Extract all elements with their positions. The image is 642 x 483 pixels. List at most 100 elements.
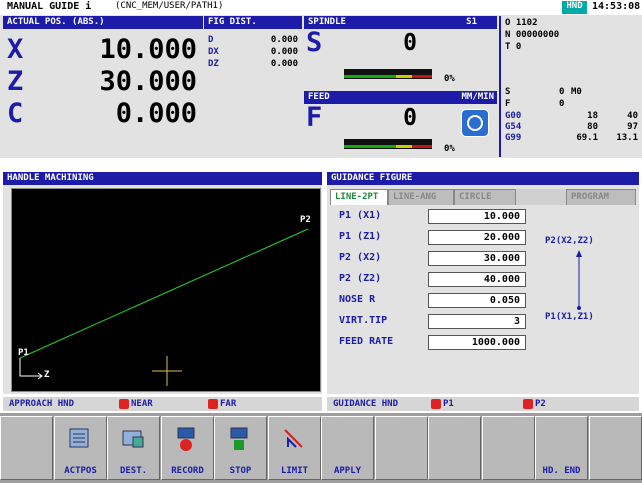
modal-value-1: 18 — [587, 111, 598, 121]
field-value[interactable]: 1000.000 — [428, 335, 526, 350]
spindle-percent: 0% — [444, 74, 455, 84]
softkey-limit[interactable]: LIMIT — [268, 416, 321, 480]
diagram-p1-label: P1(X1,Z1) — [545, 312, 594, 322]
field-value[interactable]: 3 — [428, 314, 526, 329]
field-label: NOSE R — [339, 294, 376, 305]
spindle-id: S1 — [466, 17, 477, 27]
axis-value: 10.000 — [99, 34, 197, 65]
approach-hnd-label: APPROACH HND — [9, 399, 75, 409]
softkey-label: HD. END — [542, 466, 581, 476]
axis-name: C — [7, 98, 24, 129]
softkey-record[interactable]: RECORD — [161, 416, 214, 480]
softkey-label: ACTPOS — [64, 466, 97, 476]
title-bar: MANUAL GUIDE i (CNC_MEM/USER/PATH1) HND … — [0, 0, 642, 15]
approach-near[interactable]: NEAR — [131, 397, 153, 411]
m-code: M0 — [571, 87, 582, 97]
softkey-dest[interactable]: DEST. — [107, 416, 160, 480]
actual-position-title: ACTUAL POS. (ABS.) — [3, 16, 203, 29]
handle-machining-title: HANDLE MACHINING — [3, 172, 322, 185]
axis-value: 30.000 — [99, 66, 197, 97]
tab-line-ang[interactable]: LINE-ANG — [388, 189, 454, 205]
softkey-blank-8[interactable] — [428, 416, 481, 480]
actpos-icon — [69, 428, 89, 448]
tab-line-2pt[interactable]: LINE-2PT — [330, 189, 388, 205]
fig-dist-value: 0.000 — [270, 47, 298, 57]
limit-icon — [284, 429, 303, 448]
feed-percent: 0% — [444, 144, 455, 154]
softkey-blank-9[interactable] — [482, 416, 535, 480]
program-path: (CNC_MEM/USER/PATH1) — [115, 1, 224, 11]
handle-icon-p2 — [523, 399, 533, 409]
spindle-panel: SPINDLE S1 S 0 0% — [304, 16, 497, 88]
spindle-letter: S — [306, 27, 323, 58]
feed-panel: FEED MM/MIN F 0 0% — [304, 91, 497, 157]
field-label: P1 (X1) — [339, 210, 382, 221]
feed-load-bar — [344, 139, 432, 149]
axis-name: X — [7, 34, 24, 65]
spindle-code-value: 0 — [559, 87, 565, 97]
field-label: FEED RATE — [339, 336, 394, 347]
field-label: P1 (Z1) — [339, 231, 382, 242]
field-value[interactable]: 40.000 — [428, 272, 526, 287]
spindle-title: SPINDLE — [308, 17, 346, 27]
softkey-hd-end[interactable]: HD. END — [535, 416, 588, 480]
field-value[interactable]: 0.050 — [428, 293, 526, 308]
tool-path-line — [19, 228, 309, 359]
diagram-p2-label: P2(X2,Z2) — [545, 236, 594, 246]
modal-value-1: 69.1 — [576, 133, 598, 143]
fig-dist-panel: FIG DIST. D 0.000 DX 0.000 DZ 0.000 — [204, 16, 302, 157]
spindle-title-bar: SPINDLE S1 — [304, 16, 497, 29]
guidance-tab-bar: LINE-2PT LINE-ANG CIRCLE PROGRAM — [330, 189, 636, 205]
field-value[interactable]: 20.000 — [428, 230, 526, 245]
softkey-apply[interactable]: APPLY — [321, 416, 374, 480]
softkey-actpos[interactable]: ACTPOS — [54, 416, 107, 480]
p1-marker-label: P1 — [18, 348, 29, 358]
dest-icon — [122, 430, 144, 448]
tab-program[interactable]: PROGRAM — [566, 189, 636, 205]
softkey-label: APPLY — [333, 466, 362, 476]
guidance-hnd-label: GUIDANCE HND — [333, 399, 399, 409]
tool-path-canvas[interactable]: P2 P1 Z — [11, 188, 321, 392]
tool-path-view — [19, 228, 309, 386]
softkey-label: DEST. — [119, 466, 148, 476]
fig-dist-label: D — [208, 35, 214, 45]
guidance-p1[interactable]: P1 — [443, 397, 454, 411]
spindle-load-bar — [344, 69, 432, 79]
handle-icon-p1 — [431, 399, 441, 409]
sequence-number: N 00000000 — [505, 30, 560, 40]
guidance-p2[interactable]: P2 — [535, 397, 546, 411]
diagram-line — [576, 250, 582, 310]
field-value[interactable]: 30.000 — [428, 251, 526, 266]
softkey-blank-11[interactable] — [589, 416, 642, 480]
z-axis-label: Z — [44, 370, 50, 380]
field-label: VIRT.TIP — [339, 315, 388, 326]
spindle-value: 0 — [403, 30, 417, 56]
modal-gcode: G00 — [505, 111, 522, 121]
axis-value: 0.000 — [115, 98, 197, 129]
feed-override-icon — [461, 109, 489, 137]
fig-dist-value: 0.000 — [270, 35, 298, 45]
softkey-blank-0[interactable] — [0, 416, 53, 480]
modal-gcode: G54 — [505, 122, 522, 132]
softkey-blank-7[interactable] — [375, 416, 428, 480]
field-value[interactable]: 10.000 — [428, 209, 526, 224]
fig-dist-value: 0.000 — [270, 59, 298, 69]
softkey-label: LIMIT — [280, 466, 309, 476]
clock: 14:53:08 — [592, 1, 641, 12]
feed-title-bar: FEED MM/MIN — [304, 91, 497, 104]
tab-circle[interactable]: CIRCLE — [454, 189, 516, 205]
actual-position-panel: ACTUAL POS. (ABS.) X 10.000 Z 30.000 C 0.000 — [3, 16, 203, 157]
modal-value-1: 80 — [587, 122, 598, 132]
feed-value: 0 — [403, 105, 417, 131]
record-icon — [177, 427, 195, 451]
softkey-stop[interactable]: STOP — [214, 416, 267, 480]
softkey-label: STOP — [229, 466, 252, 476]
approach-hnd-bar: APPROACH HND NEAR FAR — [3, 397, 322, 411]
modal-value-2: 40 — [627, 111, 638, 121]
approach-far[interactable]: FAR — [220, 397, 236, 411]
handle-icon-far — [208, 399, 218, 409]
feed-letter: F — [306, 102, 323, 133]
softkey-label: RECORD — [171, 466, 204, 476]
stop-icon — [230, 427, 248, 450]
feed-title: FEED — [308, 92, 330, 102]
